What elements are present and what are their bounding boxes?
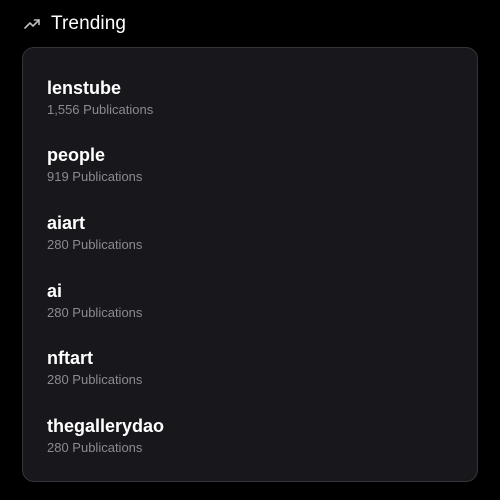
trending-item-aiart[interactable]: aiart 280 Publications: [47, 212, 447, 262]
tag-name: aiart: [47, 213, 86, 233]
tag-name: people: [47, 145, 106, 165]
publication-count: 280 Publications: [47, 372, 143, 387]
tag-name: thegallerydao: [47, 416, 165, 436]
trending-item-lenstube[interactable]: lenstube 1,556 Publications: [47, 77, 447, 127]
trending-item-ai[interactable]: ai 280 Publications: [47, 280, 447, 330]
publication-count: 919 Publications: [47, 169, 143, 184]
publication-count: 280 Publications: [47, 440, 143, 455]
trending-item-nftart[interactable]: nftart 280 Publications: [47, 347, 447, 397]
tag-name: ai: [47, 281, 63, 301]
tag-name: nftart: [47, 348, 93, 368]
publication-count: 1,556 Publications: [47, 102, 154, 117]
trending-item-people[interactable]: people 919 Publications: [47, 144, 447, 194]
trending-card: lenstube 1,556 Publications people 919 P…: [22, 47, 478, 482]
publication-count: 280 Publications: [47, 237, 143, 252]
section-title: Trending: [51, 13, 127, 34]
tag-name: lenstube: [47, 78, 122, 98]
publication-count: 280 Publications: [47, 305, 143, 320]
trending-up-icon: [23, 15, 41, 33]
trending-header: Trending: [23, 10, 126, 38]
trending-item-thegallerydao[interactable]: thegallerydao 280 Publications: [47, 415, 447, 465]
